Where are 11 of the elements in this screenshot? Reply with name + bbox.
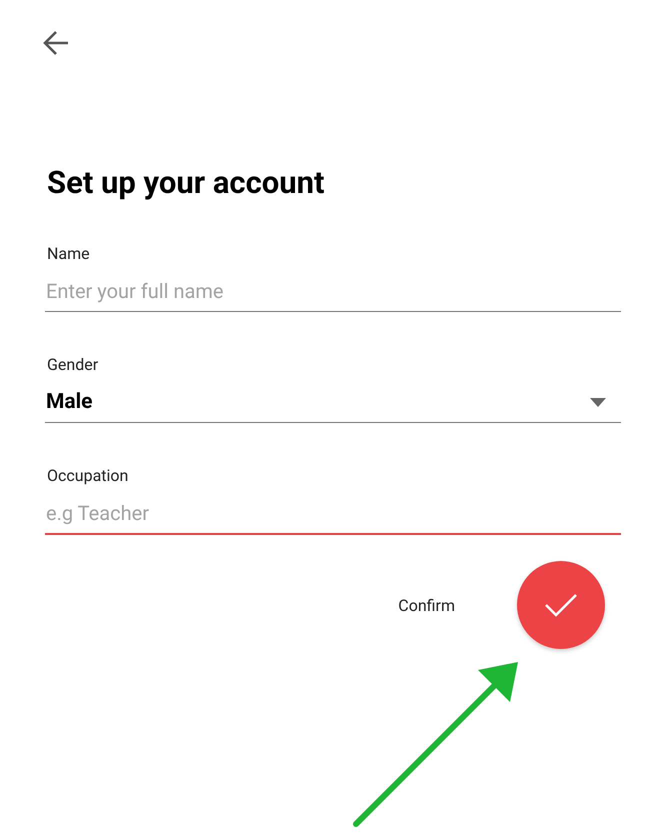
confirm-label: Confirm	[398, 596, 455, 614]
input-field[interactable]: Enter your full name	[45, 275, 621, 312]
gender-dropdown[interactable]: Male	[45, 386, 621, 423]
dropdown-caret-icon	[590, 398, 606, 406]
field-label: Gender	[47, 354, 98, 376]
field-label: Occupation	[47, 465, 128, 487]
confirm-button[interactable]	[517, 561, 605, 649]
check-icon	[544, 592, 578, 618]
page-title: Set up your account	[47, 163, 324, 203]
input-field[interactable]: e.g Teacher	[45, 497, 621, 535]
field-label: Name	[47, 243, 90, 265]
